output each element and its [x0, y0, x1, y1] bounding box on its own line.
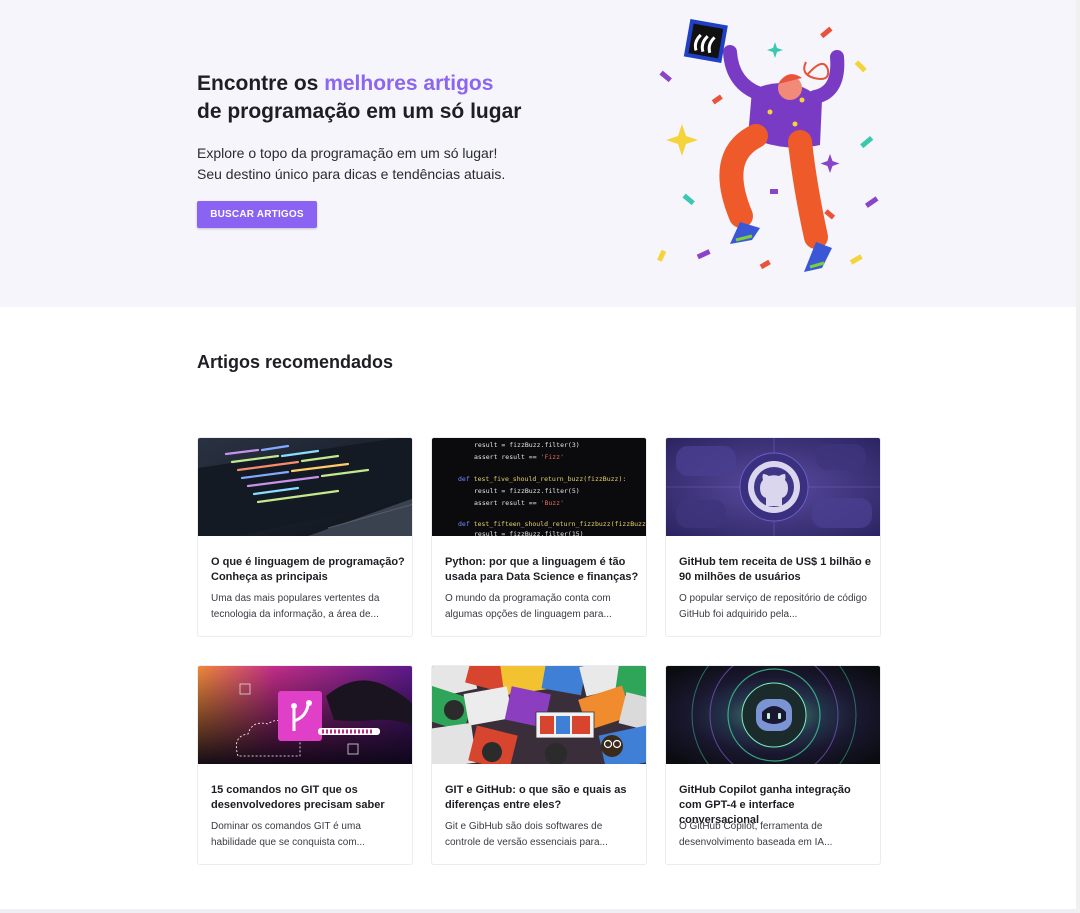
hero-section: Encontre os melhores artigos de programa… [0, 0, 1080, 307]
svg-text:assert result == 'Buzz': assert result == 'Buzz' [474, 499, 564, 507]
article-card[interactable]: GitHub tem receita de US$ 1 bilhão e 90 … [665, 437, 881, 637]
hero-title-line2: de programação em um só lugar [197, 100, 522, 123]
article-thumbnail-copilot [666, 666, 880, 764]
hero-title-accent: melhores artigos [324, 72, 494, 95]
hero-title: Encontre os melhores artigos de programa… [197, 70, 617, 126]
hero-desc-line2: Seu destino único para dicas e tendência… [197, 166, 506, 182]
article-thumbnail-laptop-code [198, 438, 412, 536]
article-card[interactable]: result = fizzBuzz.filter(3) assert resul… [431, 437, 647, 637]
svg-text:assert result == 'Fizz': assert result == 'Fizz' [474, 453, 564, 461]
article-title[interactable]: O que é linguagem de programação? Conheç… [211, 555, 406, 585]
article-title[interactable]: 15 comandos no GIT que os desenvolvedore… [211, 783, 406, 813]
article-thumbnail-github [666, 438, 880, 536]
article-excerpt: Git e GibHub são dois softwares de contr… [445, 821, 608, 848]
article-card[interactable]: GitHub Copilot ganha integração com GPT-… [665, 665, 881, 865]
article-thumbnail-git-commands [198, 666, 412, 764]
hero-desc-line1: Explore o topo da programação em um só l… [197, 145, 498, 161]
hero-description: Explore o topo da programação em um só l… [197, 143, 617, 185]
svg-text:result = fizzBuzz.filter(15): result = fizzBuzz.filter(15) [474, 530, 584, 536]
article-thumbnail-github-stickers [432, 666, 646, 764]
article-excerpt: Dominar os comandos GIT é uma habilidade… [211, 821, 365, 848]
article-excerpt: O mundo da programação conta com algumas… [445, 593, 612, 620]
article-card[interactable]: 15 comandos no GIT que os desenvolvedore… [197, 665, 413, 865]
svg-text:result = fizzBuzz.filter(3): result = fizzBuzz.filter(3) [474, 441, 580, 449]
search-articles-button[interactable]: BUSCAR ARTIGOS [197, 201, 317, 228]
footer-divider [0, 909, 1080, 913]
article-card[interactable]: GIT e GitHub: o que são e quais as difer… [431, 665, 647, 865]
developer-illustration [657, 18, 879, 272]
section-title: Artigos recomendados [197, 352, 394, 372]
article-card[interactable]: O que é linguagem de programação? Conheç… [197, 437, 413, 637]
svg-text:result = fizzBuzz.filter(5): result = fizzBuzz.filter(5) [474, 487, 580, 495]
articles-grid: O que é linguagem de programação? Conheç… [197, 437, 881, 865]
article-excerpt: O GitHub Copilot, ferramenta de desenvol… [679, 821, 833, 848]
svg-text:def test_fifteen_should_return: def test_fifteen_should_return_fizzbuzz(… [458, 520, 647, 528]
article-title[interactable]: GIT e GitHub: o que são e quais as difer… [445, 783, 640, 813]
scrollbar-track[interactable] [1076, 0, 1080, 913]
svg-text:def test_five_should_return_bu: def test_five_should_return_buzz(fizzBuz… [458, 475, 626, 483]
article-title[interactable]: Python: por que a linguagem é tão usada … [445, 555, 640, 585]
article-title[interactable]: GitHub tem receita de US$ 1 bilhão e 90 … [679, 555, 874, 585]
article-excerpt: Uma das mais populares vertentes da tecn… [211, 593, 380, 620]
hero-title-prefix: Encontre os [197, 72, 325, 95]
article-excerpt: O popular serviço de repositório de códi… [679, 593, 867, 620]
article-thumbnail-python-code: result = fizzBuzz.filter(3) assert resul… [432, 438, 647, 536]
